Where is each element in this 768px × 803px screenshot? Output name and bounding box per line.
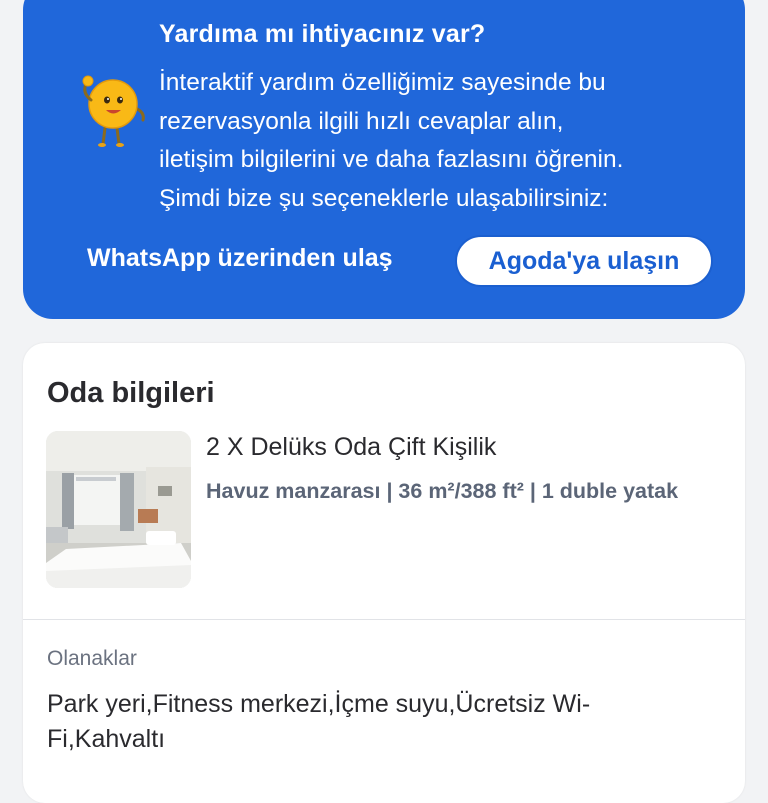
- contact-agoda-button-label: Agoda'ya ulaşın: [488, 246, 680, 275]
- help-description-line: iletişim bilgilerini ve daha fazlasını ö…: [159, 146, 624, 173]
- amenities-list: Park yeri,Fitness merkezi,İçme suyu,Ücre…: [47, 687, 707, 757]
- divider: [23, 619, 745, 620]
- help-description-line: rezervasyonla ilgili hızlı cevaplar alın…: [159, 107, 564, 135]
- help-title: Yardıma mı ihtiyacınız var?: [159, 20, 486, 48]
- room-details: Havuz manzarası | 36 m²/388 ft² | 1 dubl…: [206, 479, 679, 503]
- amenities-label: Olanaklar: [47, 647, 137, 670]
- room-name: 2 X Delüks Oda Çift Kişilik: [206, 433, 497, 461]
- amenities-line: Park yeri,Fitness merkezi,İçme suyu,Ücre…: [47, 690, 591, 718]
- room-photo[interactable]: [46, 431, 191, 588]
- help-card: Yardıma mı ihtiyacınız var? İnteraktif y…: [23, 0, 745, 319]
- contact-agoda-button[interactable]: Agoda'ya ulaşın: [455, 235, 713, 287]
- help-description: İnteraktif yardım özelliğimiz sayesinde …: [159, 64, 729, 218]
- support-mascot-icon: [82, 75, 145, 147]
- room-photo-image: [46, 431, 191, 588]
- help-description-line: Şimdi bize şu seçeneklerle ulaşabilirsin…: [159, 184, 609, 212]
- whatsapp-contact-link[interactable]: WhatsApp üzerinden ulaş: [87, 244, 393, 273]
- room-info-card: Oda bilgileri 2 X Delüks Oda Çift Kişili…: [23, 343, 745, 803]
- room-section-title: Oda bilgileri: [47, 377, 215, 409]
- help-description-line: İnteraktif yardım özelliğimiz sayesinde …: [159, 69, 606, 96]
- amenities-line: Fi,Kahvaltı: [47, 725, 166, 753]
